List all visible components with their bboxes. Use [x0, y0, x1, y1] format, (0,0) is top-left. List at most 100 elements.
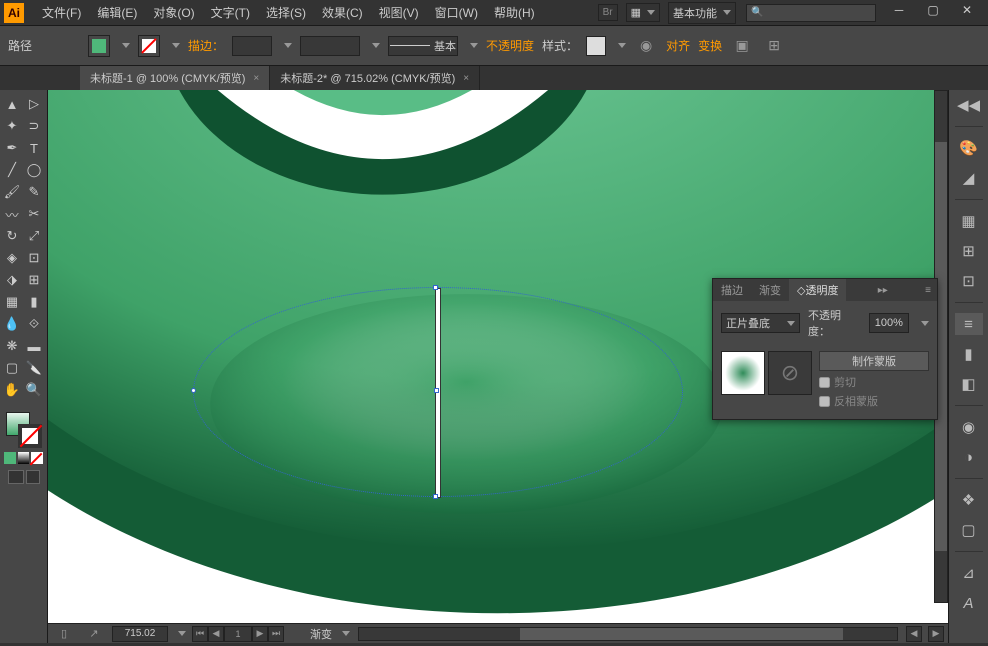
style-dropdown[interactable]: [618, 43, 626, 48]
artboard-nav-icon[interactable]: ▯: [52, 622, 76, 646]
brush-lib-icon[interactable]: ⊿: [955, 562, 983, 584]
menu-view[interactable]: 视图(V): [371, 2, 427, 23]
eyedropper-tool[interactable]: 💧: [2, 314, 22, 334]
opacity-label-control[interactable]: 不透明度: [486, 37, 534, 54]
magic-wand-tool[interactable]: ✦: [2, 116, 22, 136]
color-mode-swatch[interactable]: [4, 452, 16, 464]
clip-checkbox[interactable]: 剪切: [819, 374, 929, 390]
align-label[interactable]: 对齐: [666, 37, 690, 54]
scale-tool[interactable]: ⤢: [24, 226, 44, 246]
h-scroll-thumb[interactable]: [520, 628, 843, 640]
arrange-docs-button[interactable]: ▦: [626, 3, 660, 22]
prev-artboard-button[interactable]: ◀: [208, 626, 224, 642]
fill-stroke-indicator[interactable]: [6, 412, 42, 448]
slice-tool[interactable]: 🔪: [24, 358, 44, 378]
perspective-tool[interactable]: ⊞: [24, 270, 44, 290]
gradient-mode-swatch[interactable]: [18, 452, 30, 464]
transparency-panel-icon[interactable]: ◧: [955, 373, 983, 395]
appearance-panel-icon[interactable]: ◉: [955, 416, 983, 438]
minimize-button[interactable]: ─: [882, 0, 916, 20]
menu-window[interactable]: 窗口(W): [427, 2, 486, 23]
none-mode-swatch[interactable]: [31, 452, 43, 464]
transform-label[interactable]: 变换: [698, 37, 722, 54]
zoom-dropdown[interactable]: [178, 631, 186, 636]
opacity-value-input[interactable]: 100%: [869, 313, 909, 333]
menu-file[interactable]: 文件(F): [34, 2, 89, 23]
anchor-top[interactable]: [433, 285, 438, 290]
screen-mode-full[interactable]: [26, 470, 40, 484]
anchor-left[interactable]: [191, 388, 196, 393]
shape-tool[interactable]: ◯: [24, 160, 44, 180]
bridge-button[interactable]: Br: [598, 4, 618, 21]
scroll-right-button[interactable]: ▶: [928, 626, 944, 642]
anchor-center[interactable]: [434, 388, 439, 393]
stroke-dropdown-icon[interactable]: [172, 43, 180, 48]
isolate-icon[interactable]: ▣: [730, 34, 754, 58]
tab-gradient[interactable]: 渐变: [751, 279, 789, 301]
zoom-tool[interactable]: 🔍: [24, 380, 44, 400]
horizontal-scrollbar[interactable]: [358, 627, 898, 641]
pencil-tool[interactable]: ✎: [24, 182, 44, 202]
make-mask-button[interactable]: 制作蒙版: [819, 351, 929, 371]
first-artboard-button[interactable]: ⏮: [192, 626, 208, 642]
tab-stroke[interactable]: 描边: [713, 279, 751, 301]
next-artboard-button[interactable]: ▶: [252, 626, 268, 642]
last-artboard-button[interactable]: ⏭: [268, 626, 284, 642]
brushes-panel-icon[interactable]: ⊞: [955, 240, 983, 262]
mask-thumbnail[interactable]: ⊘: [768, 351, 812, 395]
symbol-spray-tool[interactable]: ❋: [2, 336, 22, 356]
eraser-tool[interactable]: ✂: [24, 204, 44, 224]
shape-builder-tool[interactable]: ⬗: [2, 270, 22, 290]
menu-help[interactable]: 帮助(H): [486, 2, 543, 23]
brush-dropdown[interactable]: [470, 43, 478, 48]
tab-transparency[interactable]: ◇ 透明度: [789, 279, 846, 301]
variable-width-input[interactable]: [300, 36, 360, 56]
menu-edit[interactable]: 编辑(E): [89, 2, 145, 23]
expand-dock-icon[interactable]: ◀◀: [955, 94, 983, 116]
stroke-panel-icon[interactable]: ≡: [955, 313, 983, 335]
symbols-panel-icon[interactable]: ⊡: [955, 270, 983, 292]
artboard-tool[interactable]: ▢: [2, 358, 22, 378]
free-transform-tool[interactable]: ⊡: [24, 248, 44, 268]
expand-icon[interactable]: ↗: [82, 622, 106, 646]
rotate-tool[interactable]: ↻: [2, 226, 22, 246]
blend-mode-select[interactable]: 正片叠底: [721, 313, 800, 333]
lasso-tool[interactable]: ⊃: [24, 116, 44, 136]
width-tool[interactable]: ◈: [2, 248, 22, 268]
gradient-annotator[interactable]: [435, 288, 441, 498]
selection-tool[interactable]: ▲: [2, 94, 22, 114]
graphic-styles-icon[interactable]: ◑: [955, 446, 983, 468]
blob-brush-tool[interactable]: 〰: [2, 204, 22, 224]
maximize-button[interactable]: ▢: [916, 0, 950, 20]
invert-mask-checkbox[interactable]: 反相蒙版: [819, 393, 929, 409]
status-dropdown[interactable]: [342, 631, 350, 636]
stroke-label[interactable]: 描边：: [188, 37, 224, 54]
search-input[interactable]: 🔍: [746, 4, 876, 22]
char-panel-icon[interactable]: A: [955, 592, 983, 614]
zoom-level-input[interactable]: 715.02: [112, 626, 168, 642]
doc-tab-1[interactable]: 未标题-1 @ 100% (CMYK/预览)×: [80, 66, 270, 90]
fill-swatch[interactable]: [88, 35, 110, 57]
brush-def-box[interactable]: 基本: [388, 36, 458, 56]
swatches-panel-icon[interactable]: ▦: [955, 210, 983, 232]
blend-tool[interactable]: ⟐: [24, 314, 44, 334]
stroke-weight-input[interactable]: [232, 36, 272, 56]
screen-mode-normal[interactable]: [8, 470, 24, 484]
close-icon[interactable]: ×: [463, 73, 469, 84]
stroke-weight-dropdown[interactable]: [284, 43, 292, 48]
pen-tool[interactable]: ✒: [2, 138, 22, 158]
recolor-icon[interactable]: ◉: [634, 34, 658, 58]
gradient-tool[interactable]: ▮: [24, 292, 44, 312]
doc-tab-2[interactable]: 未标题-2* @ 715.02% (CMYK/预览)×: [270, 66, 480, 90]
direct-select-tool[interactable]: ▷: [24, 94, 44, 114]
type-tool[interactable]: T: [24, 138, 44, 158]
fill-dropdown-icon[interactable]: [122, 43, 130, 48]
panel-menu-icon[interactable]: ≡: [919, 285, 937, 296]
vw-dropdown[interactable]: [372, 43, 380, 48]
scroll-left-button[interactable]: ◀: [906, 626, 922, 642]
close-icon[interactable]: ×: [253, 73, 259, 84]
artboard-number[interactable]: 1: [224, 626, 252, 642]
opacity-dropdown[interactable]: [921, 321, 929, 326]
workspace-switcher[interactable]: 基本功能: [668, 2, 736, 24]
artboards-panel-icon[interactable]: ▢: [955, 519, 983, 541]
